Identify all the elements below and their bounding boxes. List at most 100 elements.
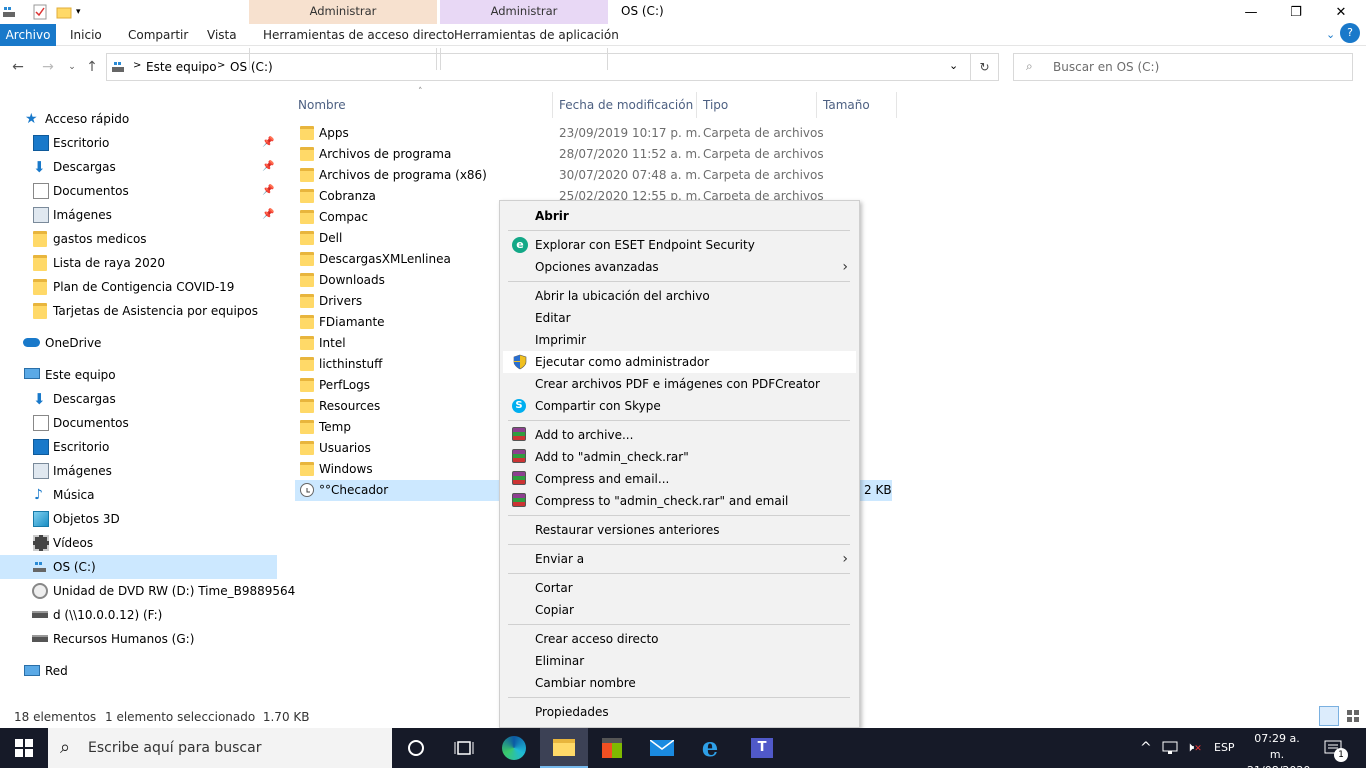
column-header-tipo[interactable]: Tipo (697, 92, 817, 118)
nav-pc-escritorio[interactable]: Escritorio (0, 435, 277, 459)
menu-item-cambiar-nombre[interactable]: Cambiar nombre (503, 672, 856, 694)
tab-inicio[interactable]: Inicio (62, 24, 110, 46)
menu-item-compress-rar-email[interactable]: Compress to "admin_check.rar" and email (503, 490, 856, 512)
internet-explorer-icon[interactable]: e (686, 728, 734, 768)
nav-pc-descargas[interactable]: ⬇ Descargas (0, 387, 277, 411)
menu-item-copiar[interactable]: Copiar (503, 599, 856, 621)
store-icon[interactable] (588, 728, 636, 768)
refresh-icon[interactable]: ↻ (971, 53, 999, 81)
customize-toolbar-icon[interactable]: ▾ (76, 4, 92, 20)
nav-pc-network-f[interactable]: d (\\10.0.0.12) (F:) (0, 603, 277, 627)
start-button[interactable] (0, 728, 48, 768)
menu-item-enviar-a[interactable]: Enviar a › (503, 548, 856, 570)
search-input[interactable]: Buscar en OS (C:) (1053, 60, 1159, 74)
up-arrow-icon[interactable]: ↑ (82, 57, 102, 77)
teams-icon[interactable]: T (738, 728, 786, 768)
large-icons-view-icon[interactable] (1343, 706, 1363, 726)
show-hidden-icons-chevron-icon[interactable]: ^ (1140, 728, 1152, 768)
nav-quick-plan-contigencia[interactable]: Plan de Contigencia COVID-19 (0, 275, 277, 299)
address-bar[interactable]: > Este equipo > OS (C:) ⌄ (106, 53, 971, 81)
nav-red[interactable]: Red (0, 659, 277, 683)
mail-icon[interactable] (638, 728, 686, 768)
menu-item-eliminar[interactable]: Eliminar (503, 650, 856, 672)
tab-herramientas-aplicacion[interactable]: Herramientas de aplicación (446, 24, 627, 46)
taskbar-search-box[interactable]: ⌕ Escribe aquí para buscar (48, 728, 392, 768)
network-tray-icon[interactable] (1162, 728, 1178, 768)
menu-item-eset[interactable]: e Explorar con ESET Endpoint Security (503, 234, 856, 256)
file-row[interactable]: Archivos de programa (x86) 30/07/2020 07… (295, 165, 892, 186)
nav-label: Plan de Contigencia COVID-19 (53, 280, 235, 294)
back-arrow-icon[interactable]: ← (8, 57, 28, 77)
nav-quick-access[interactable]: ★ Acceso rápido (0, 107, 277, 131)
nav-quick-descargas[interactable]: ⬇ Descargas 📌 (0, 155, 277, 179)
edge-browser-icon[interactable] (490, 728, 538, 768)
breadcrumb-os-c[interactable]: OS (C:) (230, 60, 273, 74)
menu-item-crear-acceso[interactable]: Crear acceso directo (503, 628, 856, 650)
menu-item-imprimir[interactable]: Imprimir (503, 329, 856, 351)
menu-item-ejecutar-admin[interactable]: Ejecutar como administrador (503, 351, 856, 373)
pin-icon[interactable]: 📌 (262, 179, 274, 203)
nav-quick-escritorio[interactable]: Escritorio 📌 (0, 131, 277, 155)
file-explorer-taskbar-icon[interactable] (540, 728, 588, 768)
menu-item-compress-email[interactable]: Compress and email... (503, 468, 856, 490)
nav-este-equipo[interactable]: Este equipo (0, 363, 277, 387)
close-button[interactable]: ✕ (1318, 0, 1364, 24)
pin-icon[interactable]: 📌 (262, 203, 274, 227)
menu-item-cortar[interactable]: Cortar (503, 577, 856, 599)
menu-item-restaurar-versiones[interactable]: Restaurar versiones anteriores (503, 519, 856, 541)
pin-icon[interactable]: 📌 (262, 131, 274, 155)
pin-icon[interactable]: 📌 (262, 155, 274, 179)
nav-pc-objetos-3d[interactable]: Objetos 3D (0, 507, 277, 531)
nav-pc-os-c[interactable]: OS (C:) (0, 555, 277, 579)
task-view-icon[interactable] (440, 728, 488, 768)
nav-pc-network-g[interactable]: Recursos Humanos (G:) (0, 627, 277, 651)
menu-item-abrir-ubicacion[interactable]: Abrir la ubicación del archivo (503, 285, 856, 307)
volume-muted-icon[interactable]: 🕨✕ (1186, 728, 1202, 768)
column-header-tamano[interactable]: Tamaño (817, 92, 897, 118)
nav-quick-lista-raya[interactable]: Lista de raya 2020 (0, 251, 277, 275)
nav-onedrive[interactable]: OneDrive (0, 331, 277, 355)
nav-pc-musica[interactable]: ♪ Música (0, 483, 277, 507)
nav-quick-tarjetas[interactable]: Tarjetas de Asistencia por equipos (0, 299, 277, 323)
tab-compartir[interactable]: Compartir (120, 24, 196, 46)
file-row[interactable]: Apps 23/09/2019 10:17 p. m. Carpeta de a… (295, 123, 892, 144)
nav-pc-documentos[interactable]: Documentos (0, 411, 277, 435)
menu-item-abrir[interactable]: Abrir (503, 205, 856, 227)
menu-item-add-archive[interactable]: Add to archive... (503, 424, 856, 446)
breadcrumb-separator-icon[interactable]: > (133, 60, 141, 71)
menu-item-opciones-avanzadas[interactable]: Opciones avanzadas › (503, 256, 856, 278)
tab-archivo[interactable]: Archivo (0, 24, 56, 46)
properties-icon[interactable] (32, 4, 48, 20)
search-box[interactable]: ⌕ Buscar en OS (C:) (1013, 53, 1353, 81)
menu-item-pdfcreator[interactable]: Crear archivos PDF e imágenes con PDFCre… (503, 373, 856, 395)
help-icon[interactable]: ? (1340, 23, 1360, 43)
breadcrumb-este-equipo[interactable]: Este equipo (146, 60, 217, 74)
clock[interactable]: 07:29 a. m. 21/08/2020 (1247, 731, 1310, 779)
maximize-button[interactable]: ❐ (1273, 0, 1319, 24)
column-header-nombre[interactable]: Nombre (292, 92, 553, 118)
nav-quick-imagenes[interactable]: Imágenes 📌 (0, 203, 277, 227)
forward-arrow-icon[interactable]: → (38, 57, 58, 77)
menu-item-add-to-rar[interactable]: Add to "admin_check.rar" (503, 446, 856, 468)
menu-item-editar[interactable]: Editar (503, 307, 856, 329)
taskbar-search-input[interactable]: Escribe aquí para buscar (88, 740, 261, 756)
cortana-icon[interactable] (392, 728, 440, 768)
column-header-fecha[interactable]: Fecha de modificación (553, 92, 697, 118)
tab-vista[interactable]: Vista (199, 24, 245, 46)
nav-quick-documentos[interactable]: Documentos 📌 (0, 179, 277, 203)
new-folder-icon[interactable] (56, 4, 72, 20)
breadcrumb-separator-icon[interactable]: > (217, 60, 225, 71)
nav-pc-videos[interactable]: Vídeos (0, 531, 277, 555)
nav-quick-gastos-medicos[interactable]: gastos medicos (0, 227, 277, 251)
nav-pc-dvd[interactable]: Unidad de DVD RW (D:) Time_B9889564 (0, 579, 295, 603)
address-dropdown-chevron-icon[interactable]: ⌄ (949, 59, 958, 72)
recent-locations-chevron-icon[interactable]: ⌄ (62, 57, 82, 77)
file-row[interactable]: Archivos de programa 28/07/2020 11:52 a.… (295, 144, 892, 165)
menu-item-skype[interactable]: S Compartir con Skype (503, 395, 856, 417)
nav-pc-imagenes[interactable]: Imágenes (0, 459, 277, 483)
language-indicator[interactable]: ESP (1214, 728, 1235, 768)
details-view-icon[interactable] (1319, 706, 1339, 726)
minimize-button[interactable]: — (1228, 0, 1274, 24)
menu-item-propiedades[interactable]: Propiedades (503, 701, 856, 723)
tab-herramientas-acceso-directo[interactable]: Herramientas de acceso directo (255, 24, 462, 46)
